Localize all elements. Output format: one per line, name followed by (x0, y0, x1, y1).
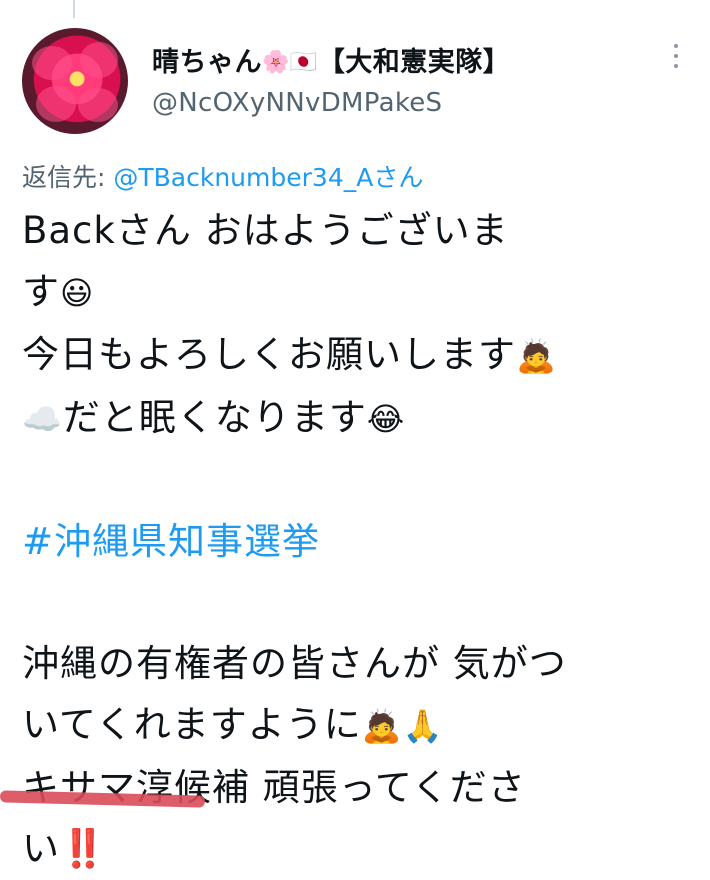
cloud-icon: ☁️ (22, 400, 63, 438)
bowing-person-icon: 🙇 (516, 337, 557, 375)
group-tag: 【大和憲実隊】 (317, 47, 511, 78)
double-exclamation-icon: ‼️ (60, 827, 108, 870)
reply-to-prefix: 返信先: (22, 163, 114, 192)
thread-connector-line (73, 0, 75, 18)
user-handle[interactable]: @NcOXyNNvDMPakeS (152, 88, 442, 118)
tweet-line-7: いてくれますように (22, 703, 362, 746)
japan-flag-icon: 🇯🇵 (289, 50, 318, 75)
display-name[interactable]: 晴ちゃん🌸🇯🇵【大和憲実隊】 (152, 40, 510, 79)
cherry-blossom-icon: 🌸 (262, 50, 290, 75)
tears-of-joy-icon: 😂 (366, 400, 406, 438)
tweet-line-3: 今日もよろしくお願いします (22, 333, 516, 376)
smiley-icon: 😃 (60, 274, 95, 312)
reply-mention-link[interactable]: @TBacknumber34_Aさん (113, 163, 423, 192)
hashtag-link[interactable]: #沖縄県知事選挙 (22, 520, 320, 563)
bowing-person-icon-2: 🙇 (361, 707, 403, 745)
tweet-line-9: い (22, 827, 60, 870)
tweet-line-6: 沖縄の有権者の皆さんが 気がつ (22, 642, 567, 685)
tweet-line-2: す (22, 270, 60, 313)
folded-hands-icon: 🙏 (402, 707, 444, 745)
tweet-line-1: Backさん おはようございま (22, 209, 509, 252)
display-name-text: 晴ちゃん (152, 47, 262, 78)
tweet-line-4: だと眠くなります (62, 396, 367, 439)
tweet-body: Backさん おはようございま す😃 今日もよろしくお願いします🙇 ☁️だと眠く… (22, 200, 692, 879)
avatar[interactable] (22, 28, 128, 134)
reply-to-line: 返信先: @TBacknumber34_Aさん (22, 158, 423, 194)
more-vertical-icon[interactable] (670, 44, 682, 74)
